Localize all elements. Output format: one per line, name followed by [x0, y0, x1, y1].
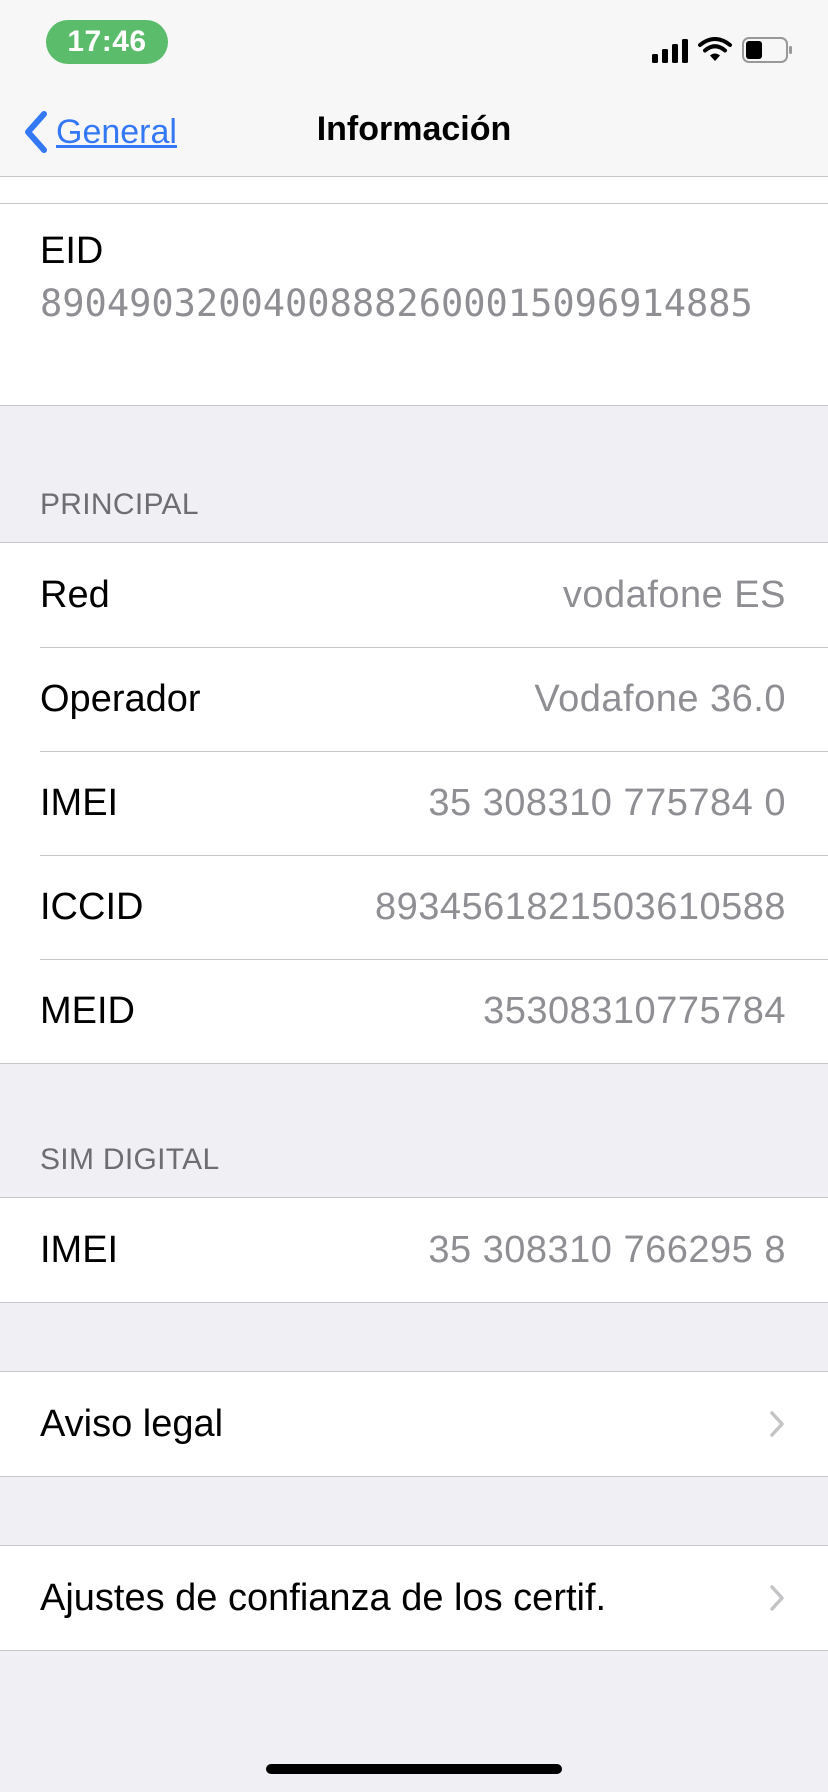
- section-header-sim-digital: SIM DIGITAL: [40, 1143, 220, 1176]
- page-title: Información: [316, 110, 512, 148]
- row-value: 8934561821503610588: [374, 885, 786, 928]
- battery-icon: [742, 37, 792, 63]
- home-indicator[interactable]: [266, 1764, 562, 1774]
- row-label: Ajustes de confianza de los certif.: [40, 1576, 607, 1619]
- row-label: IMEI: [40, 781, 119, 824]
- row-label: MEID: [40, 989, 135, 1032]
- row-label: ICCID: [40, 885, 144, 928]
- wifi-icon: [698, 37, 732, 61]
- status-time-pill[interactable]: 17:46: [46, 20, 168, 64]
- navigation-bar: 17:46 General Información: [0, 0, 828, 177]
- row-label: Aviso legal: [40, 1402, 224, 1445]
- row-value: Vodafone 36.0: [534, 677, 786, 720]
- previous-cell-fragment: [0, 177, 828, 204]
- legal-notice-link[interactable]: Aviso legal: [0, 1372, 828, 1476]
- cellular-signal-icon: [652, 37, 688, 63]
- row-sim-imei[interactable]: IMEI 35 308310 766295 8: [0, 1198, 828, 1302]
- section-header-principal: PRINCIPAL: [40, 488, 199, 521]
- legal-group: Aviso legal: [0, 1371, 828, 1477]
- principal-group: Red vodafone ES Operador Vodafone 36.0 I…: [0, 542, 828, 1064]
- row-value: 35308310775784: [483, 989, 786, 1032]
- row-operador[interactable]: Operador Vodafone 36.0: [0, 647, 828, 751]
- row-red[interactable]: Red vodafone ES: [0, 543, 828, 647]
- row-meid[interactable]: MEID 35308310775784: [0, 959, 828, 1063]
- row-label: Red: [40, 573, 110, 616]
- row-label: Operador: [40, 677, 201, 720]
- row-imei[interactable]: IMEI 35 308310 775784 0: [0, 751, 828, 855]
- row-iccid[interactable]: ICCID 8934561821503610588: [0, 855, 828, 959]
- row-value: vodafone ES: [562, 573, 786, 616]
- cert-group: Ajustes de confianza de los certif.: [0, 1545, 828, 1651]
- sim-digital-group: IMEI 35 308310 766295 8: [0, 1197, 828, 1303]
- chevron-right-icon: [770, 1411, 784, 1437]
- row-label: IMEI: [40, 1228, 119, 1271]
- cert-trust-settings-link[interactable]: Ajustes de confianza de los certif.: [0, 1546, 828, 1650]
- status-icons: [652, 32, 794, 68]
- eid-cell[interactable]: EID 89049032004008882600015096914885: [0, 204, 828, 406]
- row-value: 35 308310 766295 8: [428, 1228, 786, 1271]
- row-value: 35 308310 775784 0: [428, 781, 786, 824]
- eid-label: EID: [40, 230, 104, 272]
- eid-value[interactable]: 89049032004008882600015096914885: [40, 280, 790, 328]
- chevron-right-icon: [770, 1585, 784, 1611]
